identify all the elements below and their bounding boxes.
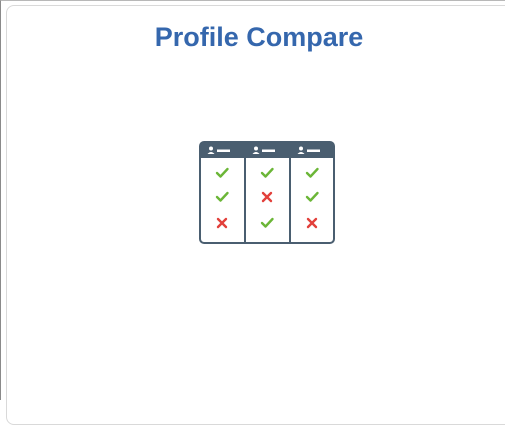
profile-compare-tile[interactable]: Profile Compare <box>6 5 505 425</box>
profile-compare-icon <box>199 141 335 244</box>
tile-title: Profile Compare <box>154 22 364 52</box>
